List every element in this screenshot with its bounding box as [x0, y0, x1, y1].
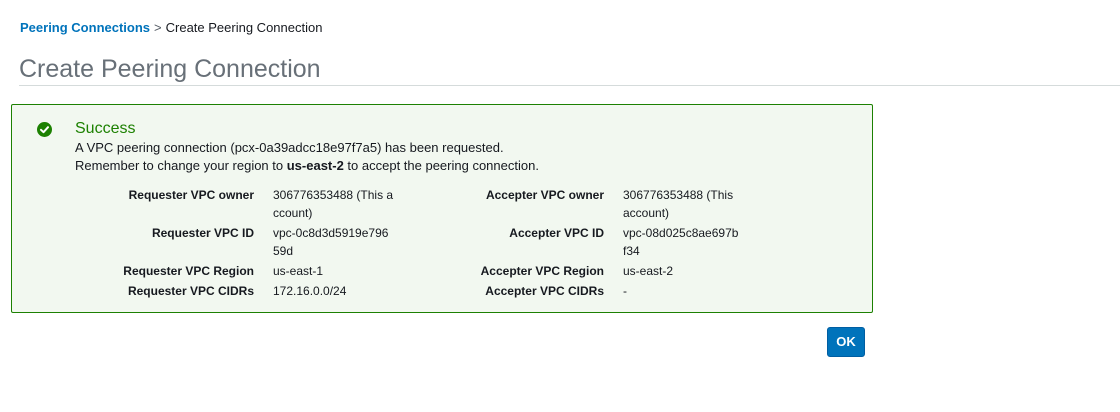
requester-region-value: us-east-1: [273, 264, 324, 278]
requester-id-label: Requester VPC ID: [151, 226, 254, 240]
requester-owner-value: 306776353488 (This account): [273, 188, 394, 220]
requester-cidrs-value: 172.16.0.0/24: [273, 284, 347, 298]
breadcrumb-separator: >: [154, 20, 162, 35]
accepter-cidrs-label: Accepter VPC CIDRs: [485, 284, 604, 298]
breadcrumb: Peering Connections > Create Peering Conne…: [20, 20, 322, 36]
accepter-region-value: us-east-2: [623, 264, 674, 278]
accepter-cidrs-value: -: [623, 284, 627, 298]
requester-region-label: Requester VPC Region: [123, 264, 254, 278]
alert-title: Success: [75, 120, 136, 137]
requester-owner-label: Requester VPC owner: [128, 188, 254, 202]
alert-message-prefix: Remember to change your region to: [75, 158, 287, 173]
alert-message-suffix: to accept the peering connection.: [343, 158, 539, 173]
accepter-id-value: vpc-08d025c8ae697bf34: [623, 226, 739, 258]
breadcrumb-current: Create Peering Connection: [165, 20, 323, 35]
requester-id-value: vpc-0c8d3d5919e79659d: [273, 226, 389, 258]
alert-message-line2: Remember to change your region to us-eas…: [75, 158, 539, 174]
accepter-owner-label: Accepter VPC owner: [485, 188, 604, 202]
alert-message-line1: A VPC peering connection (pcx-0a39adcc18…: [75, 140, 504, 155]
accepter-region-label: Accepter VPC Region: [480, 264, 604, 278]
title-divider: [19, 85, 1120, 86]
ok-button[interactable]: OK: [827, 327, 865, 357]
alert-region-highlight: us-east-2: [286, 158, 344, 173]
success-alert: Success A VPC peering connection (pcx-0a…: [11, 104, 873, 313]
page-title: Create Peering Connection: [19, 55, 321, 83]
requester-cidrs-label: Requester VPC CIDRs: [127, 284, 254, 298]
accepter-owner-value: 306776353488 (This account): [623, 188, 734, 220]
check-circle-icon: [37, 122, 52, 137]
accepter-id-label: Accepter VPC ID: [509, 226, 604, 240]
breadcrumb-link-peering-connections[interactable]: Peering Connections: [20, 20, 150, 35]
